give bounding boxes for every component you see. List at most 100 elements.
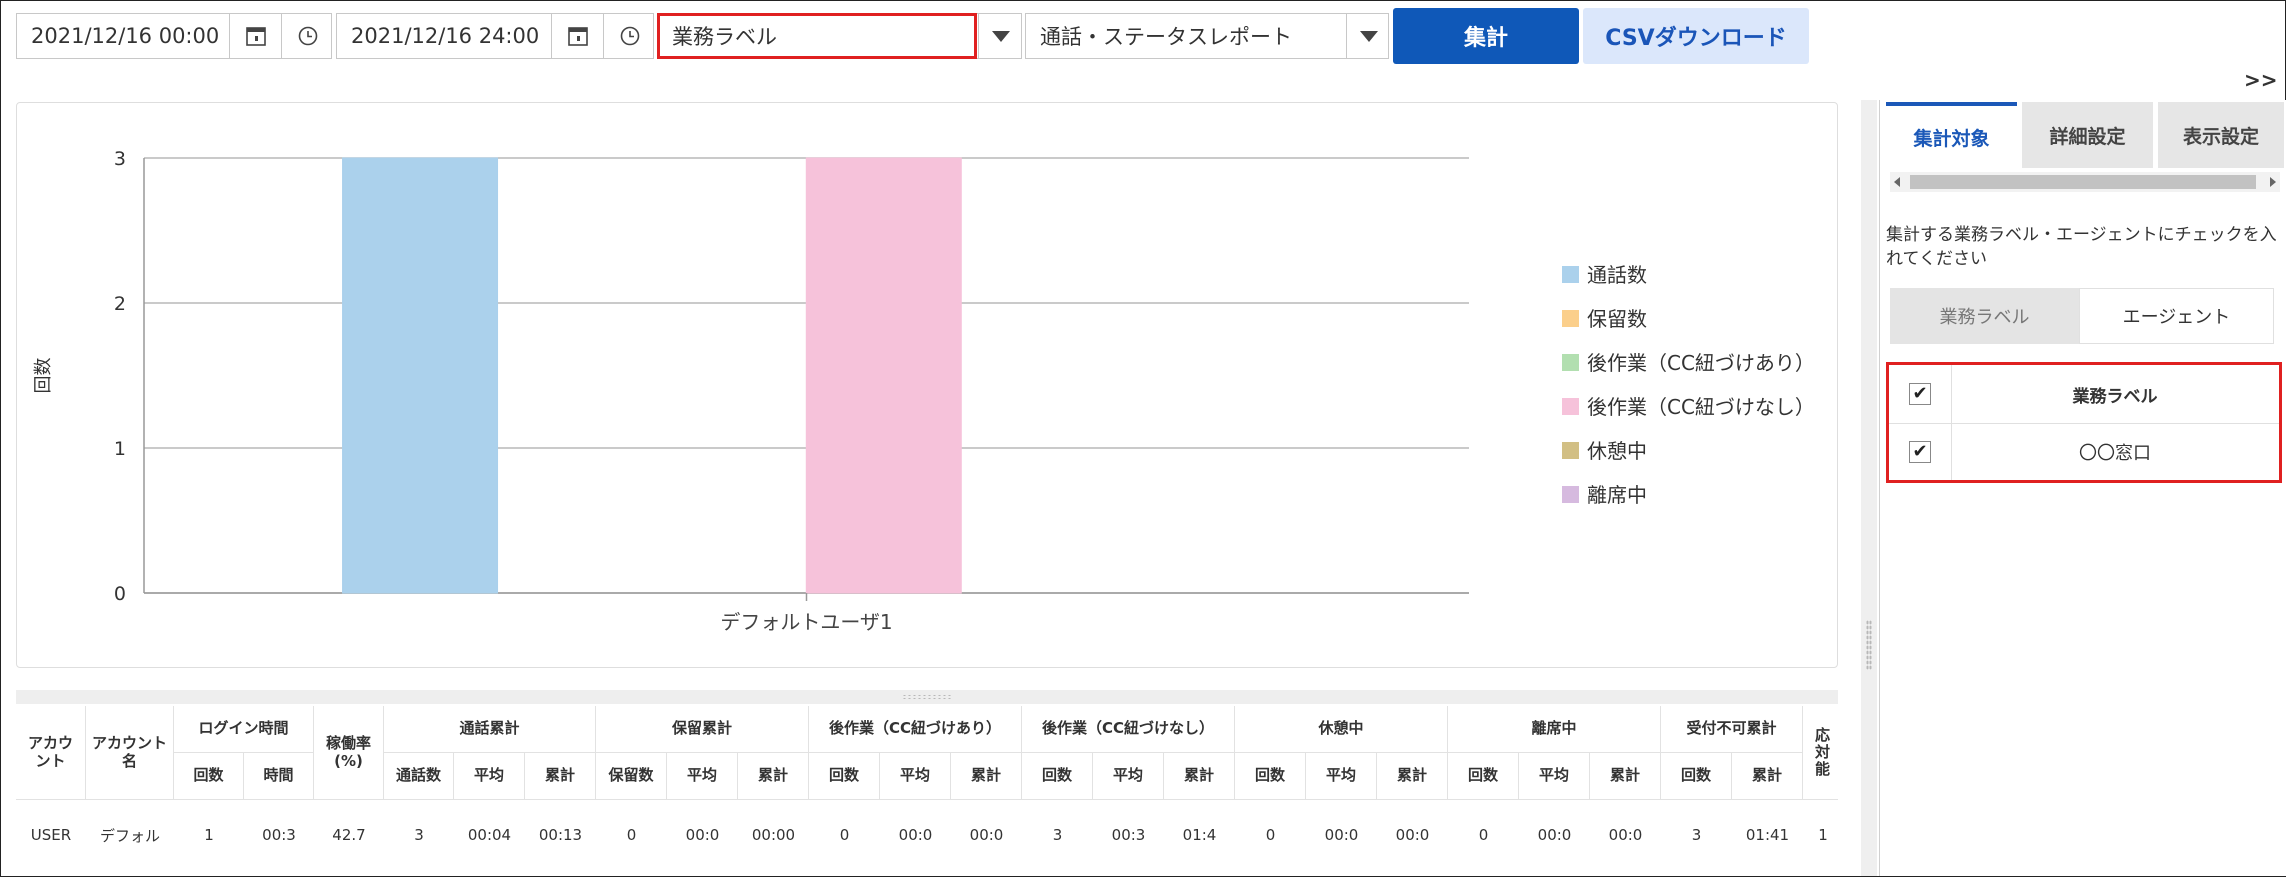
legend-swatch xyxy=(1562,310,1579,327)
table-cell: 3 xyxy=(1052,826,1063,844)
start-datetime-field[interactable]: 2021/12/16 00:00 xyxy=(16,13,332,59)
table-cell: 00:3 xyxy=(262,826,296,844)
tab-target[interactable]: 集計対象 xyxy=(1886,102,2017,168)
sub-column-header: 累計 xyxy=(1164,753,1235,800)
y-tick-label: 3 xyxy=(114,148,126,170)
bar xyxy=(342,157,499,594)
legend-swatch xyxy=(1562,266,1579,283)
sub-column-header: 累計 xyxy=(951,753,1022,800)
aggregate-button[interactable]: 集計 xyxy=(1393,8,1579,64)
select-all-checkbox[interactable]: ✔ xyxy=(1909,383,1931,405)
legend-swatch xyxy=(1562,486,1579,503)
scroll-right-icon[interactable] xyxy=(2270,177,2276,187)
scroll-left-icon[interactable] xyxy=(1894,177,1900,187)
table-cell: 42.7 xyxy=(332,826,366,844)
table-cell: 00:0 xyxy=(898,826,933,844)
panel-splitter[interactable] xyxy=(1861,100,1877,876)
label-type-select[interactable]: 業務ラベル xyxy=(657,13,1022,59)
column-header: 離席中 xyxy=(1448,706,1661,753)
label-list-header: ✔ 業務ラベル xyxy=(1889,365,2279,424)
sub-column-header: 回数 xyxy=(809,753,880,800)
sub-column-header: 回数 xyxy=(1022,753,1093,800)
item-checkbox[interactable]: ✔ xyxy=(1909,440,1931,463)
calendar-icon[interactable] xyxy=(551,14,604,58)
report-type-select[interactable]: 通話・ステータスレポート xyxy=(1025,13,1389,59)
label-list: ✔ 業務ラベル ✔ 〇〇窓口 xyxy=(1886,362,2282,483)
sub-column-header: 平均 xyxy=(667,753,738,800)
legend-label: 通話数 xyxy=(1587,263,1647,287)
x-tick-label: デフォルトユーザ1 xyxy=(720,610,892,634)
table-cell: 0 xyxy=(1478,826,1489,844)
column-header: 稼働率(%) xyxy=(314,706,384,800)
table-cell: 0 xyxy=(1265,826,1276,844)
list-item[interactable]: ✔ 〇〇窓口 xyxy=(1889,423,2279,480)
label-type-value: 業務ラベル xyxy=(672,25,777,49)
tab-scrollbar[interactable] xyxy=(1890,172,2280,192)
sub-column-header: 時間 xyxy=(244,753,314,800)
legend-label: 離席中 xyxy=(1587,483,1647,507)
sub-column-header: 回数 xyxy=(1235,753,1306,800)
sub-column-header: 累計 xyxy=(1377,753,1448,800)
table-cell: 00:0 xyxy=(1537,826,1572,844)
legend-swatch xyxy=(1562,354,1579,371)
column-header: ログイン時間 xyxy=(174,706,314,753)
toggle-agent[interactable]: エージェント xyxy=(2079,288,2274,344)
table-cell: 01:41 xyxy=(1745,826,1790,844)
instruction-text: 集計する業務ラベル・エージェントにチェックを入れてください xyxy=(1886,225,2277,269)
start-datetime-value: 2021/12/16 00:00 xyxy=(31,24,220,48)
column-header: 後作業（CC紐づけあり） xyxy=(809,706,1022,753)
column-header: アカウント xyxy=(16,706,86,800)
resize-splitter[interactable] xyxy=(16,690,1838,704)
tab-display-settings[interactable]: 表示設定 xyxy=(2158,102,2284,168)
legend-swatch xyxy=(1562,398,1579,415)
sub-column-header: 累計 xyxy=(1732,753,1803,800)
table-cell: 0 xyxy=(626,826,637,844)
table-cell: 00:0 xyxy=(1395,826,1430,844)
table-cell: 1 xyxy=(1818,826,1828,844)
sub-column-header: 平均 xyxy=(1306,753,1377,800)
table-cell: 1 xyxy=(204,826,214,844)
drag-handle-icon[interactable] xyxy=(902,694,952,700)
column-header: 応対能 xyxy=(1803,706,1838,800)
column-header: 休憩中 xyxy=(1235,706,1448,753)
sub-column-header: 累計 xyxy=(738,753,809,800)
table-cell: 0 xyxy=(839,826,850,844)
sub-column-header: 累計 xyxy=(525,753,596,800)
toggle-business-label[interactable]: 業務ラベル xyxy=(1890,288,2079,344)
sub-column-header: 累計 xyxy=(1590,753,1661,800)
clock-icon[interactable] xyxy=(603,14,656,58)
column-header: 通話累計 xyxy=(384,706,596,753)
sub-column-header: 回数 xyxy=(174,753,244,800)
drag-handle-icon[interactable] xyxy=(1866,620,1872,670)
chevron-down-icon[interactable] xyxy=(978,14,1023,58)
chevron-down-icon[interactable] xyxy=(1346,14,1390,58)
settings-panel: 集計対象 詳細設定 表示設定 集計する業務ラベル・エージェントにチェックを入れて… xyxy=(1879,100,2287,876)
sub-column-header: 平均 xyxy=(454,753,525,800)
sub-column-header: 保留数 xyxy=(596,753,667,800)
scrollbar-thumb[interactable] xyxy=(1910,175,2256,189)
sub-column-header: 回数 xyxy=(1661,753,1732,800)
bar xyxy=(805,157,962,594)
calendar-icon[interactable] xyxy=(229,14,282,58)
tab-detail-settings[interactable]: 詳細設定 xyxy=(2022,102,2153,168)
y-tick-label: 2 xyxy=(114,293,126,315)
column-header: 後作業（CC紐づけなし） xyxy=(1022,706,1235,753)
legend-label: 保留数 xyxy=(1587,307,1647,331)
bar-chart: 0 1 2 3 回数デフォルトユーザ1 通話数保留数後作業（CC紐づけあり） 後作業（CC紐… xyxy=(33,148,1815,634)
label-column-header: 業務ラベル xyxy=(2072,386,2158,407)
table-cell: 3 xyxy=(1691,826,1702,844)
csv-download-button[interactable]: CSVダウンロード xyxy=(1583,8,1809,64)
end-datetime-field[interactable]: 2021/12/16 24:00 xyxy=(336,13,654,59)
chart-panel: 0 1 2 3 回数 デフォルトユーザ1 通話数 保留数 後作業（CC紐づけあり） 後作業（CC紐… xyxy=(16,102,1838,668)
table-cell: 01:4 xyxy=(1182,826,1217,844)
sub-column-header: 平均 xyxy=(1093,753,1164,800)
table-cell: 00:13 xyxy=(538,826,583,844)
legend-label: 休憩中 xyxy=(1587,439,1647,463)
column-header: 保留累計 xyxy=(596,706,809,753)
table-cell: 00:00 xyxy=(751,826,796,844)
y-tick-label: 1 xyxy=(114,438,126,460)
expand-panel-toggle[interactable]: >> xyxy=(2244,68,2278,92)
table-cell: 00:0 xyxy=(685,826,720,844)
clock-icon[interactable] xyxy=(281,14,334,58)
y-tick-label: 0 xyxy=(114,583,126,605)
